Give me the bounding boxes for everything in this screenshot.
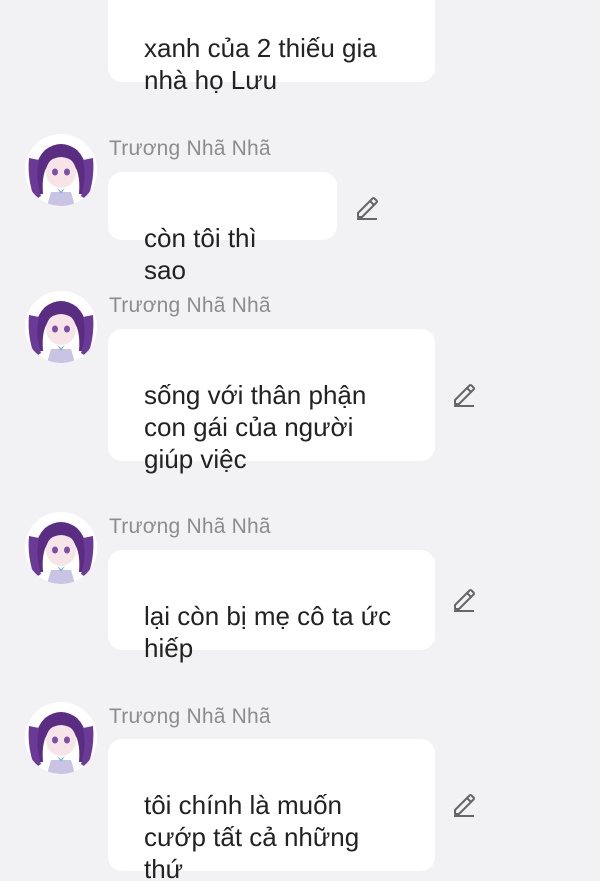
message-bubble[interactable]: lại còn bị mẹ cô ta ức hiếp [108, 550, 435, 663]
message-text: xanh của 2 thiếu gia nhà họ Lưu [144, 33, 377, 95]
sender-name: Trương Nhã Nhã [109, 705, 271, 728]
message-text: lại còn bị mẹ cô ta ức hiếp [144, 601, 392, 663]
avatar[interactable] [25, 291, 97, 363]
avatar[interactable] [25, 512, 97, 584]
message-bubble[interactable]: sống với thân phận con gái của người giú… [108, 329, 435, 474]
chat-thread: xanh của 2 thiếu gia nhà họ Lưu Trương N… [0, 0, 600, 881]
pencil-edit-icon[interactable] [450, 380, 478, 408]
sender-name: Trương Nhã Nhã [109, 515, 271, 538]
sender-name: Trương Nhã Nhã [109, 137, 271, 160]
pencil-edit-icon[interactable] [450, 585, 478, 613]
anime-girl-avatar-icon [25, 291, 97, 363]
sender-name: Trương Nhã Nhã [109, 294, 271, 317]
anime-girl-avatar-icon [25, 512, 97, 584]
avatar[interactable] [25, 702, 97, 774]
anime-girl-avatar-icon [25, 702, 97, 774]
message-bubble[interactable]: xanh của 2 thiếu gia nhà họ Lưu [108, 0, 435, 95]
avatar[interactable] [25, 134, 97, 206]
message-text: còn tôi thì sao [144, 223, 257, 285]
pencil-edit-icon[interactable] [450, 790, 478, 818]
message-text: tôi chính là muốn cướp tất cả những thứ … [144, 790, 360, 881]
message-text: sống với thân phận con gái của người giú… [144, 380, 367, 474]
message-bubble[interactable]: còn tôi thì sao [108, 172, 337, 285]
pencil-edit-icon[interactable] [353, 193, 381, 221]
message-bubble[interactable]: tôi chính là muốn cướp tất cả những thứ … [108, 739, 435, 881]
anime-girl-avatar-icon [25, 134, 97, 206]
